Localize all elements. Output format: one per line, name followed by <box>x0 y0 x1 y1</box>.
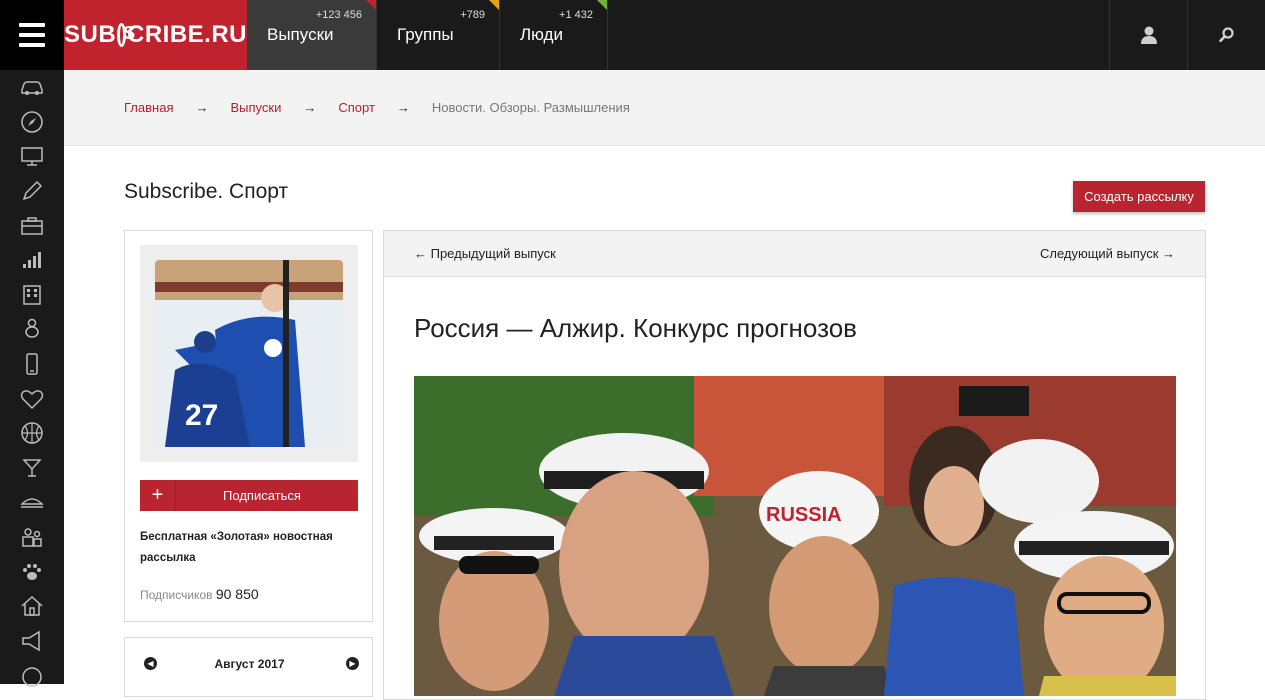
svg-text:27: 27 <box>185 399 218 432</box>
plus-icon: + <box>140 480 176 511</box>
create-newsletter-button[interactable]: Создать рассылку <box>1073 181 1205 212</box>
calendar-next-icon[interactable]: ▶ <box>346 657 359 670</box>
cocktail-icon[interactable] <box>0 451 64 486</box>
tab-people-label: Люди <box>520 25 563 44</box>
newsletter-info-card: 27 + Подписаться Бесплатная «Золотая» но… <box>124 230 373 622</box>
people-icon[interactable] <box>0 520 64 555</box>
article-card: ← Предыдущий выпуск Следующий выпуск → Р… <box>383 230 1206 700</box>
user-button[interactable] <box>1109 0 1187 70</box>
phone-icon[interactable] <box>0 347 64 382</box>
briefcase-icon[interactable] <box>0 208 64 243</box>
breadcrumb-separator: → <box>396 100 410 115</box>
tab-issues-label: Выпуски <box>267 25 334 44</box>
svg-text:RUSSIA: RUSSIA <box>766 504 842 526</box>
breadcrumb: Главная → Выпуски → Спорт → Новости. Обз… <box>64 70 1265 146</box>
pen-icon[interactable] <box>0 174 64 209</box>
article-photo-fans: RUSSIA <box>414 376 1176 696</box>
subscribers-label: Подписчиков <box>140 588 213 602</box>
tab-issues[interactable]: Выпуски +123 456 <box>247 0 377 70</box>
tab-groups-count: +789 <box>460 9 485 21</box>
tab-corner-marker <box>597 0 607 10</box>
next-issue-link[interactable]: Следующий выпуск → <box>1040 246 1175 261</box>
previous-issue-link[interactable]: ← Предыдущий выпуск <box>414 246 556 261</box>
car-icon[interactable] <box>0 70 64 105</box>
logo-text-2: CRIBE.RU <box>126 21 247 48</box>
breadcrumb-separator: → <box>195 100 209 115</box>
subscribe-button[interactable]: + Подписаться <box>140 480 358 511</box>
heart-icon[interactable] <box>0 381 64 416</box>
tab-groups-label: Группы <box>397 25 454 44</box>
chart-bars-icon[interactable] <box>0 243 64 278</box>
newsletter-thumbnail-hockey[interactable]: 27 <box>155 260 343 447</box>
basketball-icon[interactable] <box>0 416 64 451</box>
logo-text: SUB <box>64 21 117 48</box>
category-sidebar <box>0 70 64 688</box>
subscribers-value: 90 850 <box>215 586 259 602</box>
circle-icon[interactable] <box>0 658 64 693</box>
compass-icon[interactable] <box>0 105 64 140</box>
megaphone-icon[interactable] <box>0 624 64 659</box>
top-navigation-bar: SUB CRIBE.RU Выпуски +123 456 Группы +789… <box>0 0 1265 70</box>
calendar-widget: Август 2017 ◀ ▶ <box>124 637 373 697</box>
newsletter-description: Бесплатная «Золотая» новостная рассылка <box>140 531 333 564</box>
tab-issues-count: +123 456 <box>315 9 362 21</box>
paw-icon[interactable] <box>0 554 64 589</box>
logo-s-circle <box>117 23 135 47</box>
breadcrumb-issues[interactable]: Выпуски <box>230 100 281 115</box>
tab-corner-marker <box>366 0 376 10</box>
monitor-icon[interactable] <box>0 139 64 174</box>
search-icon <box>1218 27 1234 43</box>
breadcrumb-sport[interactable]: Спорт <box>338 100 375 115</box>
top-actions <box>1109 0 1265 70</box>
breadcrumb-current: Новости. Обзоры. Размышления <box>431 100 630 115</box>
calendar-prev-icon[interactable]: ◀ <box>144 657 157 670</box>
calendar-month: Август 2017 <box>214 657 285 671</box>
building-icon[interactable] <box>0 278 64 313</box>
baby-icon[interactable] <box>0 312 64 347</box>
logo[interactable]: SUB CRIBE.RU <box>64 0 247 70</box>
tab-corner-marker <box>489 0 499 10</box>
page-title: Subscribe. Спорт <box>124 180 289 203</box>
article-title: Россия — Алжир. Конкурс прогнозов <box>414 313 857 343</box>
tab-people[interactable]: Люди +1 432 <box>500 0 608 70</box>
breadcrumb-home[interactable]: Главная <box>124 100 173 115</box>
user-icon <box>1140 26 1157 44</box>
tab-groups[interactable]: Группы +789 <box>377 0 500 70</box>
subscribe-label: Подписаться <box>223 488 301 503</box>
tab-people-count: +1 432 <box>559 9 593 21</box>
subscribers-count: Подписчиков 90 850 <box>140 586 259 602</box>
issue-navigation: ← Предыдущий выпуск Следующий выпуск → <box>384 231 1205 277</box>
menu-icon[interactable] <box>0 0 64 70</box>
house-icon[interactable] <box>0 589 64 624</box>
food-icon[interactable] <box>0 485 64 520</box>
search-button[interactable] <box>1187 0 1265 70</box>
newsletter-thumbnail-frame: 27 <box>140 245 358 462</box>
breadcrumb-separator: → <box>303 100 317 115</box>
